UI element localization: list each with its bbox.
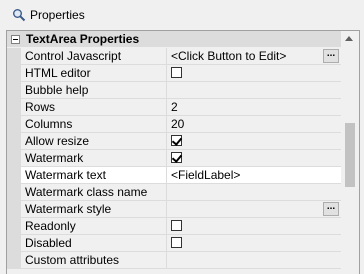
- collapse-icon[interactable]: [11, 34, 20, 44]
- property-name[interactable]: Watermark style: [21, 201, 167, 217]
- property-row[interactable]: Watermark text <FieldLabel>: [7, 167, 341, 184]
- properties-titlebar: Properties: [0, 0, 364, 30]
- property-name[interactable]: Bubble help: [21, 82, 167, 98]
- property-row[interactable]: Bubble help: [7, 82, 341, 99]
- row-gutter: [7, 218, 21, 234]
- property-grid: TextArea Properties Control Javascript <C…: [6, 30, 360, 274]
- property-value-text: <FieldLabel>: [171, 168, 241, 182]
- property-row[interactable]: Watermark: [7, 150, 341, 167]
- category-label: TextArea Properties: [26, 32, 140, 46]
- property-name[interactable]: Watermark class name: [21, 184, 167, 200]
- property-row[interactable]: Watermark style...: [7, 201, 341, 218]
- property-name[interactable]: Readonly: [21, 218, 167, 234]
- checkbox-unchecked[interactable]: [171, 67, 182, 78]
- panel-title: Properties: [30, 8, 85, 22]
- property-value-text: 2: [171, 100, 178, 114]
- checkbox-checked[interactable]: [171, 135, 182, 146]
- property-row[interactable]: Watermark class name: [7, 184, 341, 201]
- property-value[interactable]: 20: [167, 116, 341, 132]
- property-value[interactable]: [167, 218, 341, 234]
- property-row[interactable]: Allow resize: [7, 133, 341, 150]
- property-row[interactable]: Rows 2: [7, 99, 341, 116]
- property-row[interactable]: Columns 20: [7, 116, 341, 133]
- row-gutter: [7, 82, 21, 98]
- property-name[interactable]: Custom attributes: [21, 252, 167, 268]
- property-row[interactable]: Disabled: [7, 235, 341, 252]
- property-value[interactable]: ...: [167, 201, 341, 217]
- property-name[interactable]: Watermark text: [21, 167, 167, 183]
- property-name[interactable]: Rows: [21, 99, 167, 115]
- scrollbar-thumb[interactable]: [345, 123, 355, 187]
- vertical-scrollbar[interactable]: [341, 31, 358, 274]
- property-value[interactable]: [167, 65, 341, 81]
- property-name[interactable]: Control Javascript: [21, 48, 167, 64]
- property-value-text: 20: [171, 117, 185, 131]
- row-gutter: [7, 167, 21, 183]
- checkbox-unchecked[interactable]: [171, 220, 182, 231]
- row-gutter: [7, 201, 21, 217]
- property-row[interactable]: Control Javascript <Click Button to Edit>…: [7, 48, 341, 65]
- ellipsis-button[interactable]: ...: [323, 202, 339, 216]
- property-value[interactable]: [167, 235, 341, 251]
- row-gutter: [7, 48, 21, 64]
- category-header[interactable]: TextArea Properties: [7, 31, 341, 47]
- property-value[interactable]: <FieldLabel>: [167, 167, 341, 183]
- row-gutter: [7, 252, 21, 268]
- property-name[interactable]: Disabled: [21, 235, 167, 251]
- property-name[interactable]: Watermark: [21, 150, 167, 166]
- property-row[interactable]: HTML editor: [7, 65, 341, 82]
- property-name[interactable]: Columns: [21, 116, 167, 132]
- row-gutter: [7, 184, 21, 200]
- property-name[interactable]: Allow resize: [21, 133, 167, 149]
- scroll-up-icon[interactable]: [345, 36, 353, 41]
- property-value[interactable]: [167, 150, 341, 166]
- property-value-text: <Click Button to Edit>: [171, 49, 287, 63]
- magnifier-icon: [12, 8, 26, 22]
- property-row[interactable]: Custom attributes: [7, 252, 341, 269]
- property-value[interactable]: [167, 184, 341, 200]
- property-value[interactable]: [167, 252, 341, 268]
- row-gutter: [7, 99, 21, 115]
- property-value[interactable]: [167, 133, 341, 149]
- property-name[interactable]: HTML editor: [21, 65, 167, 81]
- property-value[interactable]: <Click Button to Edit>...: [167, 48, 341, 64]
- row-gutter: [7, 116, 21, 132]
- property-rows: Control Javascript <Click Button to Edit>…: [7, 48, 341, 269]
- ellipsis-button[interactable]: ...: [323, 49, 339, 63]
- row-gutter: [7, 133, 21, 149]
- row-gutter: [7, 150, 21, 166]
- property-row[interactable]: Readonly: [7, 218, 341, 235]
- row-gutter: [7, 65, 21, 81]
- property-value[interactable]: 2: [167, 99, 341, 115]
- row-gutter: [7, 235, 21, 251]
- checkbox-unchecked[interactable]: [171, 237, 182, 248]
- checkbox-checked[interactable]: [171, 152, 182, 163]
- property-value[interactable]: [167, 82, 341, 98]
